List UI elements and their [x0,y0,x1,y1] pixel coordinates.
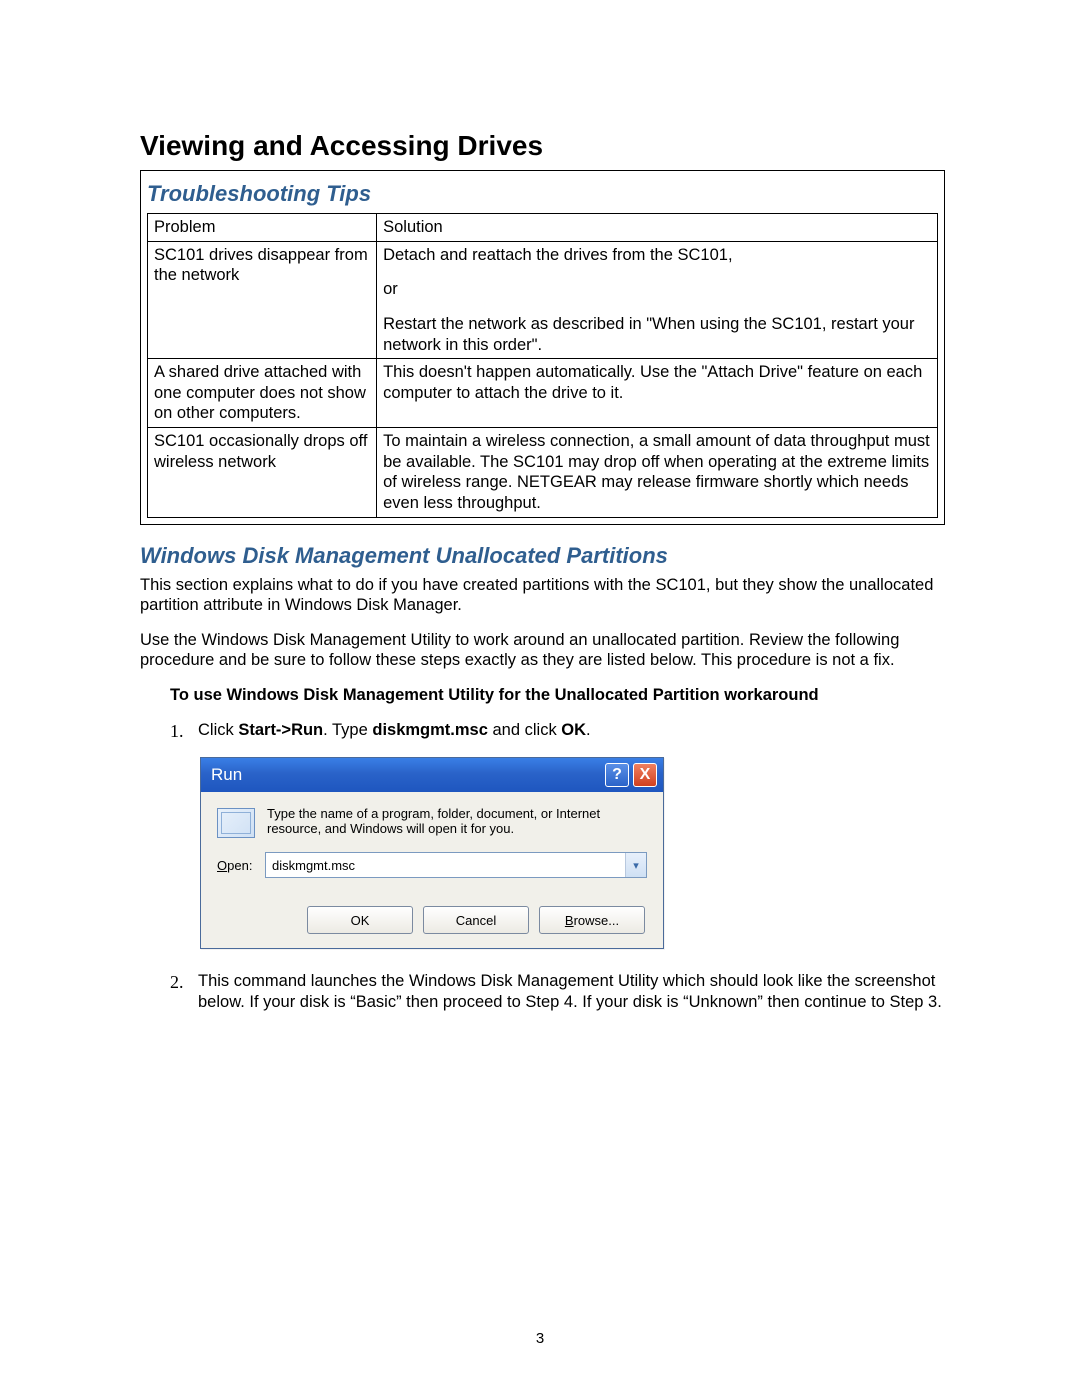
step-1: 1. Click Start->Run. Type diskmgmt.msc a… [170,720,945,743]
cancel-button[interactable]: Cancel [423,906,529,934]
underline-char: B [565,913,574,928]
cell-solution: Detach and reattach the drives from the … [377,241,938,359]
run-program-icon [217,808,255,838]
table-header-row: Problem Solution [148,214,938,242]
solution-line: Restart the network as described in "Whe… [383,314,931,355]
cell-problem: SC101 drives disappear from the network [148,241,377,359]
run-titlebar: Run ? X [201,758,663,792]
th-solution: Solution [377,214,938,242]
solution-line: or [383,279,931,300]
close-icon[interactable]: X [633,763,657,787]
open-combobox[interactable]: ▾ [265,852,647,878]
step-number: 2. [170,971,198,1014]
troubleshooting-box: Troubleshooting Tips Problem Solution SC… [140,170,945,525]
ok-button[interactable]: OK [307,906,413,934]
run-dialog: Run ? X Type the name of a program, fold… [200,757,664,949]
step-2: 2. This command launches the Windows Dis… [170,971,945,1014]
cell-solution: To maintain a wireless connection, a sma… [377,428,938,518]
run-description: Type the name of a program, folder, docu… [267,806,647,836]
section-title-troubleshooting: Troubleshooting Tips [147,181,938,207]
txt-bold: Start->Run [238,721,323,739]
cell-problem: A shared drive attached with one compute… [148,359,377,428]
txt-bold: diskmgmt.msc [372,721,488,739]
troubleshooting-table: Problem Solution SC101 drives disappear … [147,213,938,518]
step-text: This command launches the Windows Disk M… [198,971,945,1014]
cell-solution: This doesn't happen automatically. Use t… [377,359,938,428]
page-number: 3 [0,1330,1080,1347]
procedure-intro: To use Windows Disk Management Utility f… [170,685,945,706]
body-paragraph: Use the Windows Disk Management Utility … [140,630,945,671]
txt: . Type [323,721,372,739]
underline-char: O [217,858,227,873]
solution-line: Detach and reattach the drives from the … [383,245,931,266]
chevron-down-icon[interactable]: ▾ [625,853,646,877]
txt: Click [198,721,238,739]
browse-button[interactable]: Browse... [539,906,645,934]
txt-bold: OK [561,721,586,739]
step-text: Click Start->Run. Type diskmgmt.msc and … [198,720,945,743]
section-title-partitions: Windows Disk Management Unallocated Part… [140,543,945,569]
table-row: A shared drive attached with one compute… [148,359,938,428]
open-input[interactable] [266,853,625,877]
label-rest: rowse... [574,913,620,928]
table-row: SC101 occasionally drops off wireless ne… [148,428,938,518]
open-label: Open: [217,858,265,873]
help-icon[interactable]: ? [605,763,629,787]
run-title: Run [211,765,601,785]
txt: . [586,721,591,739]
body-paragraph: This section explains what to do if you … [140,575,945,616]
page-title: Viewing and Accessing Drives [140,130,945,162]
step-number: 1. [170,720,198,743]
txt: and click [488,721,561,739]
th-problem: Problem [148,214,377,242]
cell-problem: SC101 occasionally drops off wireless ne… [148,428,377,518]
label-rest: pen: [227,858,252,873]
table-row: SC101 drives disappear from the network … [148,241,938,359]
